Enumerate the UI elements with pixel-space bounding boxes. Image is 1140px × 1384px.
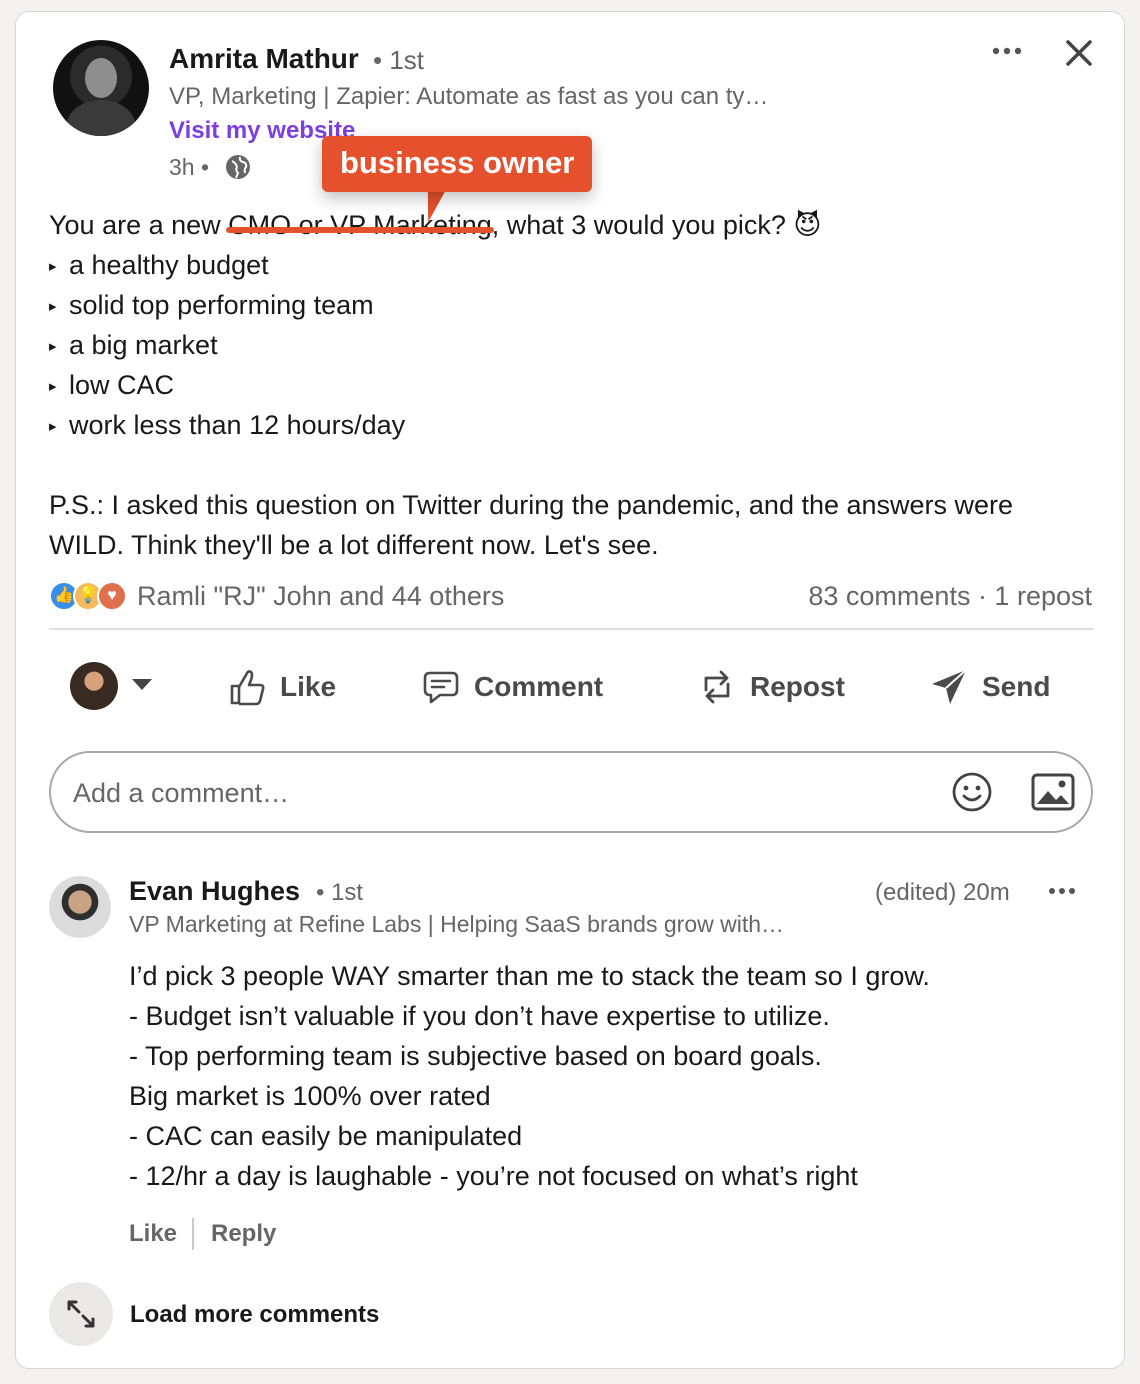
post-intro-line: You are a new CMO or VP Marketing, what …: [49, 205, 1109, 245]
comment-box: [49, 751, 1093, 833]
comment-button[interactable]: Comment: [420, 660, 603, 714]
strike-bar: [226, 227, 494, 233]
close-icon[interactable]: [1062, 36, 1096, 70]
commenter-name[interactable]: Evan Hughes: [129, 876, 300, 907]
comment-label: Comment: [474, 671, 604, 702]
bullet-item: ▸ a healthy budget: [49, 250, 269, 280]
comment-line: - Budget isn’t valuable if you don’t hav…: [129, 1001, 830, 1031]
more-icon[interactable]: [1047, 879, 1077, 903]
send-icon: [932, 669, 967, 704]
bullet-item: ▸ solid top performing team: [49, 290, 374, 320]
ps-line: P.S.: I asked this question on Twitter d…: [49, 490, 1014, 520]
comment-line: - CAC can easily be manipulated: [129, 1121, 523, 1151]
commenter-degree: • 1st: [316, 879, 364, 906]
repost-button[interactable]: Repost: [696, 660, 845, 714]
comment-line: I’d pick 3 people WAY smarter than me to…: [129, 961, 930, 991]
post-time: 3h •: [169, 154, 210, 180]
commenter-headline: VP Marketing at Refine Labs | Helping Sa…: [129, 911, 785, 937]
reactions-summary[interactable]: Ramli "RJ" John and 44 others: [137, 581, 504, 612]
send-label: Send: [982, 671, 1051, 702]
comment-input[interactable]: [71, 753, 915, 833]
reaction-icons[interactable]: 👍 💡 ♥: [49, 581, 129, 613]
chevron-down-icon[interactable]: [132, 679, 152, 690]
author-headline: VP, Marketing | Zapier: Automate as fast…: [169, 83, 769, 110]
divider: [192, 1218, 194, 1250]
comment-line: - Top performing team is subjective base…: [129, 1041, 822, 1071]
more-icon[interactable]: [990, 38, 1024, 64]
author-avatar[interactable]: [53, 40, 149, 136]
comment-text: I’d pick 3 people WAY smarter than me to…: [129, 956, 930, 1196]
load-more-label[interactable]: Load more comments: [130, 1301, 379, 1329]
comment-like-button[interactable]: Like: [129, 1220, 177, 1248]
intro-question: , what 3 would you pick? 😈: [491, 210, 822, 240]
love-reaction-icon: ♥: [97, 581, 127, 611]
comment-line: - 12/hr a day is laughable - you’re not …: [129, 1161, 858, 1191]
ps-line: WILD. Think they'll be a lot different n…: [49, 530, 659, 560]
annotation-callout: business owner: [322, 136, 593, 192]
like-label: Like: [280, 671, 337, 702]
comments-reposts-count[interactable]: 83 comments · 1 repost: [808, 581, 1092, 612]
comment-icon: [423, 671, 459, 704]
image-icon[interactable]: [1031, 773, 1075, 811]
post-card: Amrita Mathur • 1st VP, Marketing | Zapi…: [15, 11, 1125, 1369]
connection-degree: • 1st: [373, 45, 425, 75]
like-icon: [230, 670, 265, 706]
bullet-item: ▸ a big market: [49, 330, 218, 360]
actor-avatar[interactable]: [70, 662, 118, 710]
like-button[interactable]: Like: [226, 660, 336, 714]
expand-icon: [67, 1300, 95, 1328]
author-name[interactable]: Amrita Mathur: [169, 43, 359, 75]
load-more-button[interactable]: [49, 1282, 113, 1346]
globe-icon: [226, 155, 250, 179]
struck-text: CMO or VP Marketing: [226, 210, 494, 240]
post-body: You are a new CMO or VP Marketing, what …: [49, 205, 1109, 565]
commenter-avatar[interactable]: [49, 876, 111, 938]
intro-text: You are a new: [49, 210, 229, 240]
repost-label: Repost: [750, 671, 845, 702]
comment-timestamp: (edited) 20m: [875, 879, 1010, 906]
bullet-item: ▸ low CAC: [49, 370, 175, 400]
comment-line: Big market is 100% over rated: [129, 1081, 491, 1111]
send-button[interactable]: Send: [928, 660, 1050, 714]
emoji-icon[interactable]: [951, 771, 993, 813]
repost-icon: [704, 670, 730, 704]
comment-reply-button[interactable]: Reply: [211, 1220, 276, 1248]
divider: [49, 628, 1094, 630]
bullet-item: ▸ work less than 12 hours/day: [49, 410, 406, 440]
